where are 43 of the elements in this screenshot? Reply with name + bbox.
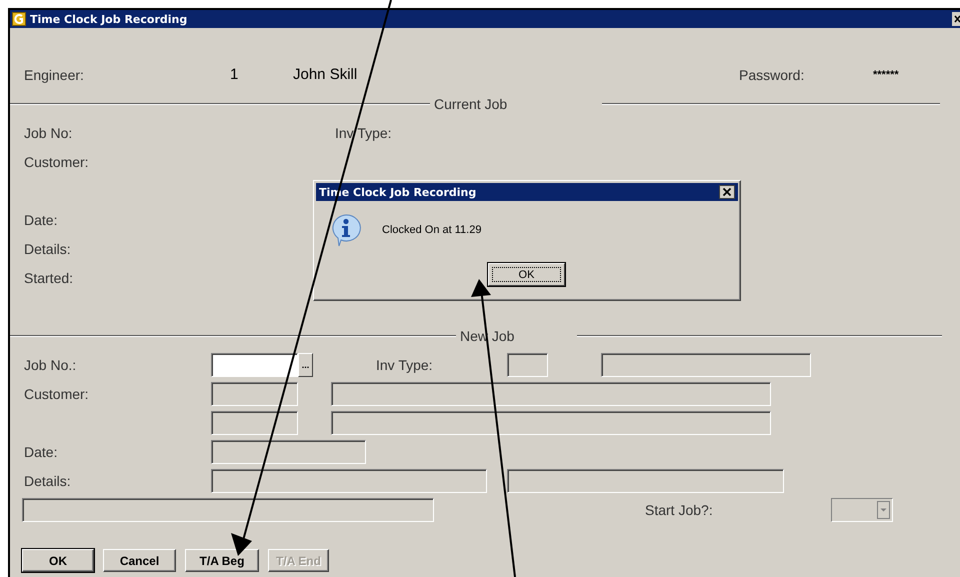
dialog-title: Time Clock Job Recording (319, 186, 476, 198)
text-field[interactable] (211, 382, 298, 406)
ok-button[interactable]: OK (488, 263, 565, 286)
start-job-label: Start Job?: (645, 502, 714, 518)
engineer-number: 1 (230, 66, 240, 83)
dialog-message: Clocked On at 11.29 (382, 224, 482, 236)
close-icon[interactable] (952, 12, 960, 26)
customer-label: Customer: (24, 386, 90, 402)
text-field[interactable] (601, 352, 811, 376)
password-value: ****** (873, 68, 899, 80)
start-job-dropdown[interactable] (831, 498, 893, 522)
text-field[interactable] (211, 410, 298, 434)
job-no-label: Job No: (24, 124, 74, 140)
text-field[interactable] (211, 440, 366, 464)
close-icon[interactable] (719, 185, 735, 199)
window-title: Time Clock Job Recording (30, 12, 188, 26)
section-heading: Current Job (434, 96, 508, 112)
engineer-label: Engineer: (24, 66, 85, 82)
date-label: Date: (24, 212, 58, 228)
password-label: Password: (739, 66, 806, 82)
details-label: Details: (24, 240, 72, 256)
text-field[interactable] (331, 382, 771, 406)
customer-label: Customer: (24, 154, 90, 170)
text-field[interactable] (331, 410, 771, 434)
inv-type-label: Inv Type: (335, 124, 393, 140)
text-field[interactable] (507, 468, 784, 492)
dialog-button[interactable]: OK (22, 549, 94, 572)
app-logo-icon (12, 12, 26, 26)
job-no-label: Job No.: (24, 356, 78, 372)
dialog-button[interactable]: Cancel (103, 549, 176, 572)
started-label: Started: (24, 270, 74, 286)
inv-type-label: Inv Type: (376, 356, 434, 372)
dialog-button[interactable]: T/A Beg (185, 549, 259, 572)
browse-button[interactable]: ... (298, 352, 313, 376)
engineer-name: John Skill (293, 66, 358, 83)
date-label: Date: (24, 444, 58, 460)
info-icon (330, 213, 362, 247)
caret-icon (877, 500, 890, 518)
details-label: Details: (24, 472, 72, 488)
text-field[interactable] (507, 352, 548, 376)
text-field[interactable] (211, 352, 298, 376)
text-field[interactable] (211, 468, 487, 492)
text-field[interactable] (22, 498, 434, 522)
